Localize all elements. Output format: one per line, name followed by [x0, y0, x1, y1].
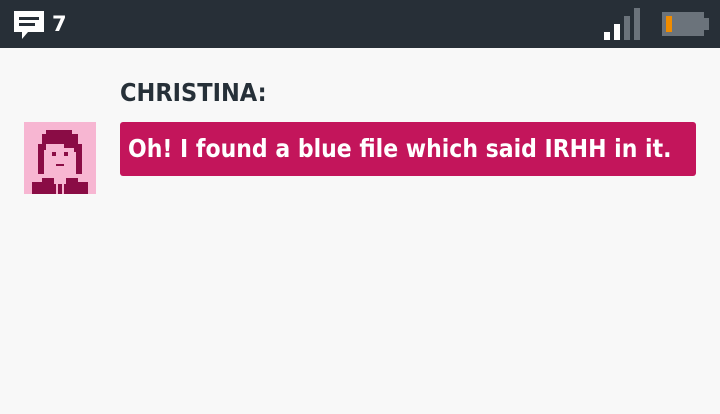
status-bar: 7: [0, 0, 720, 48]
message-count: 7: [52, 12, 67, 36]
signal-strength-icon: [604, 8, 640, 40]
dialogue-bubble[interactable]: Oh! I found a blue file which said IRHH …: [120, 122, 696, 176]
christina-portrait-avatar: [24, 122, 96, 194]
chat-bubble-icon[interactable]: [12, 8, 46, 42]
battery-icon: [662, 12, 709, 36]
speaker-name: CHRISTINA:: [120, 78, 267, 107]
dialogue-text: Oh! I found a blue file which said IRHH …: [128, 134, 672, 163]
